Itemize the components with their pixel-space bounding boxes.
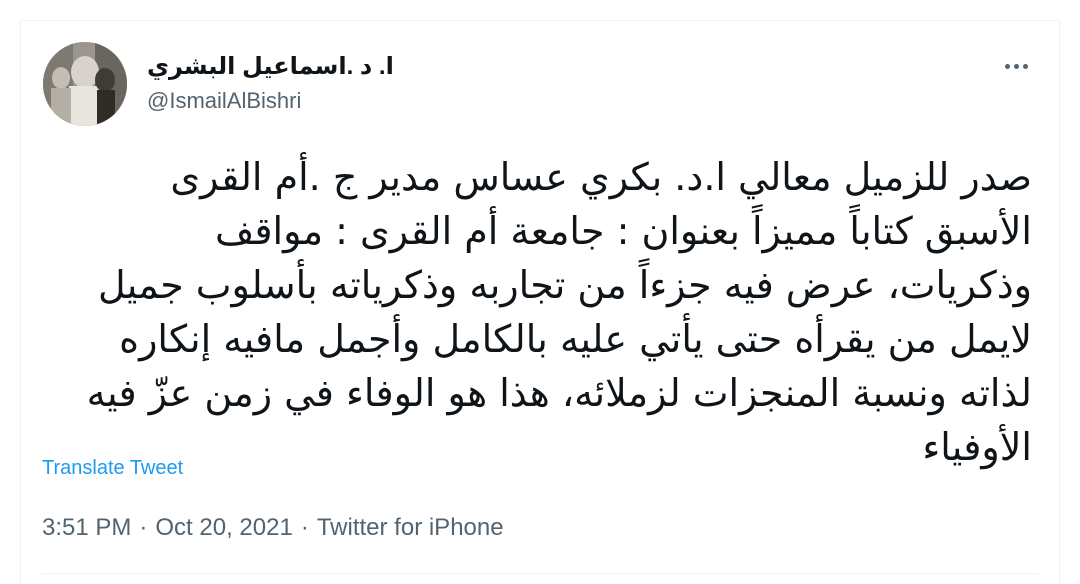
- bottom-divider: [42, 573, 1038, 574]
- card-left-border: [20, 20, 21, 584]
- tweet-metadata: 3:51 PM · Oct 20, 2021 · Twitter for iPh…: [42, 514, 504, 542]
- more-options-button[interactable]: [996, 52, 1036, 80]
- card-right-border: [1059, 20, 1060, 584]
- card-top-border: [20, 20, 1060, 21]
- more-horizontal-icon: [1022, 63, 1028, 69]
- author-handle[interactable]: @IsmailAlBishri: [147, 88, 301, 114]
- tweet-time[interactable]: 3:51 PM: [42, 514, 131, 542]
- more-horizontal-icon: [1004, 63, 1010, 69]
- translate-tweet-link[interactable]: Translate Tweet: [42, 457, 183, 480]
- avatar-photo-icon: [43, 42, 127, 126]
- meta-separator: ·: [139, 514, 148, 541]
- tweet-text: صدر للزميل معالي ا.د. بكري عساس مدير ج .…: [86, 155, 1032, 469]
- meta-separator: ·: [300, 514, 309, 541]
- author-display-name[interactable]: ا. د .اسماعيل البشري: [147, 52, 394, 81]
- tweet-date[interactable]: Oct 20, 2021: [155, 514, 292, 542]
- avatar[interactable]: [43, 42, 127, 126]
- tweet-source[interactable]: Twitter for iPhone: [317, 514, 504, 542]
- tweet-card: ا. د .اسماعيل البشري @IsmailAlBishri صدر…: [0, 0, 1080, 584]
- more-horizontal-icon: [1013, 63, 1019, 69]
